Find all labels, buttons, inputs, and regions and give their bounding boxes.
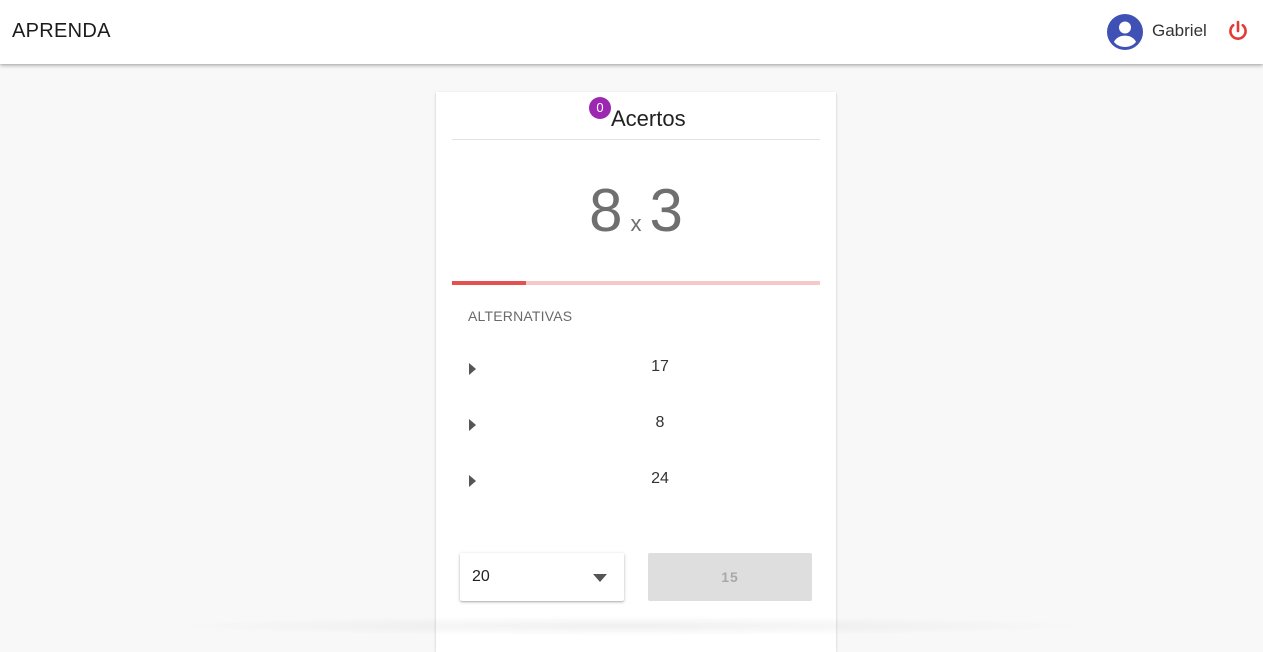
alternative-value: 24 bbox=[651, 470, 669, 487]
account-circle-icon[interactable] bbox=[1107, 14, 1143, 50]
alternative-value: 8 bbox=[655, 414, 665, 431]
multiplication-question: 8x3 bbox=[436, 176, 836, 245]
alternative-option[interactable]: 24 bbox=[452, 453, 820, 509]
number-select[interactable]: 20 bbox=[460, 553, 624, 601]
question-left-operand: 8 bbox=[589, 177, 623, 244]
score-badge: 0 bbox=[589, 97, 611, 119]
progress-bar bbox=[452, 281, 820, 285]
question-operator: x bbox=[630, 211, 642, 236]
bottom-shadow bbox=[160, 616, 1100, 636]
alternatives-label: ALTERNATIVAS bbox=[468, 308, 573, 324]
select-value: 20 bbox=[472, 568, 490, 585]
card-header: 0 Acertos bbox=[452, 92, 820, 140]
card-title: Acertos bbox=[611, 106, 686, 131]
chevron-down-icon bbox=[593, 574, 607, 582]
power-icon[interactable] bbox=[1226, 19, 1250, 43]
quiz-card: 0 Acertos 8x3 ALTERNATIVAS 17 8 24 20 15 bbox=[436, 92, 836, 652]
question-right-operand: 3 bbox=[649, 177, 683, 244]
alternative-option[interactable]: 8 bbox=[452, 397, 820, 453]
app-brand: APRENDA bbox=[12, 20, 111, 42]
app-header: APRENDA Gabriel bbox=[0, 0, 1263, 64]
submit-button[interactable]: 15 bbox=[648, 553, 812, 601]
alternative-value: 17 bbox=[651, 358, 669, 375]
progress-fill bbox=[452, 281, 526, 285]
user-name[interactable]: Gabriel bbox=[1152, 21, 1207, 41]
alternative-option[interactable]: 17 bbox=[452, 341, 820, 397]
